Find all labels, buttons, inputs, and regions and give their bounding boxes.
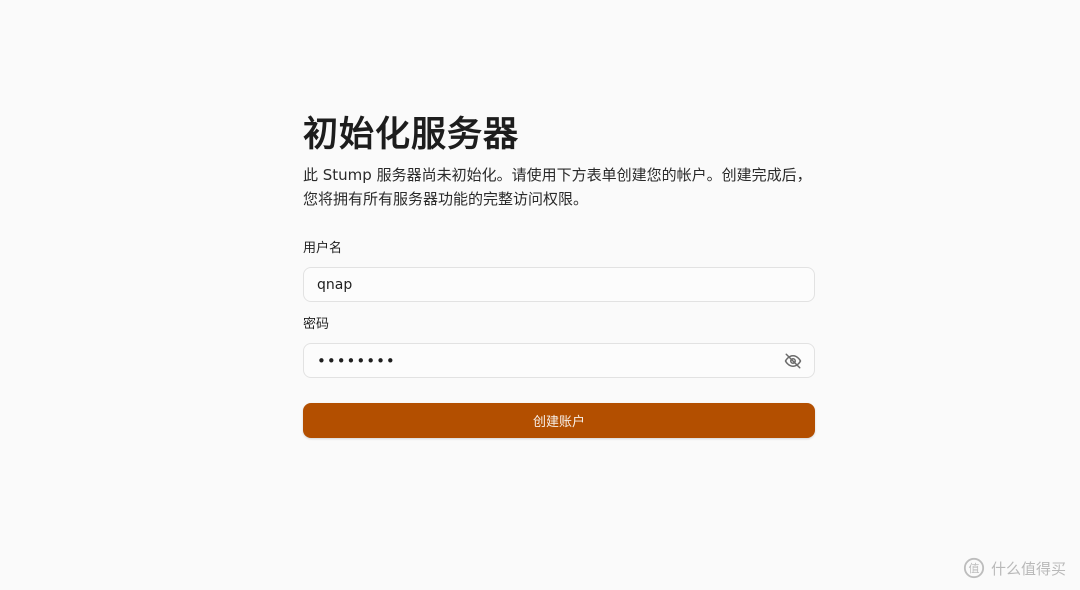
page-description: 此 Stump 服务器尚未初始化。请使用下方表单创建您的帐户。创建完成后，您将拥… bbox=[303, 166, 812, 208]
create-account-button[interactable]: 创建账户 bbox=[303, 403, 815, 438]
username-field-container bbox=[303, 267, 815, 302]
page-title: 初始化服务器 bbox=[303, 115, 520, 155]
password-field-container bbox=[303, 343, 815, 378]
watermark-logo-icon: 值 bbox=[963, 557, 985, 579]
username-label: 用户名 bbox=[303, 241, 343, 256]
watermark-text: 什么值得买 bbox=[990, 559, 1066, 578]
password-input[interactable] bbox=[304, 344, 814, 377]
init-server-form: 初始化服务器 此 Stump 服务器尚未初始化。请使用下方表单创建您的帐户。创建… bbox=[303, 112, 815, 438]
eye-off-icon[interactable] bbox=[784, 352, 802, 370]
username-input[interactable] bbox=[304, 268, 814, 301]
svg-text:值: 值 bbox=[968, 562, 979, 575]
password-label: 密码 bbox=[303, 317, 330, 332]
watermark: 值 什么值得买 bbox=[963, 556, 1066, 580]
